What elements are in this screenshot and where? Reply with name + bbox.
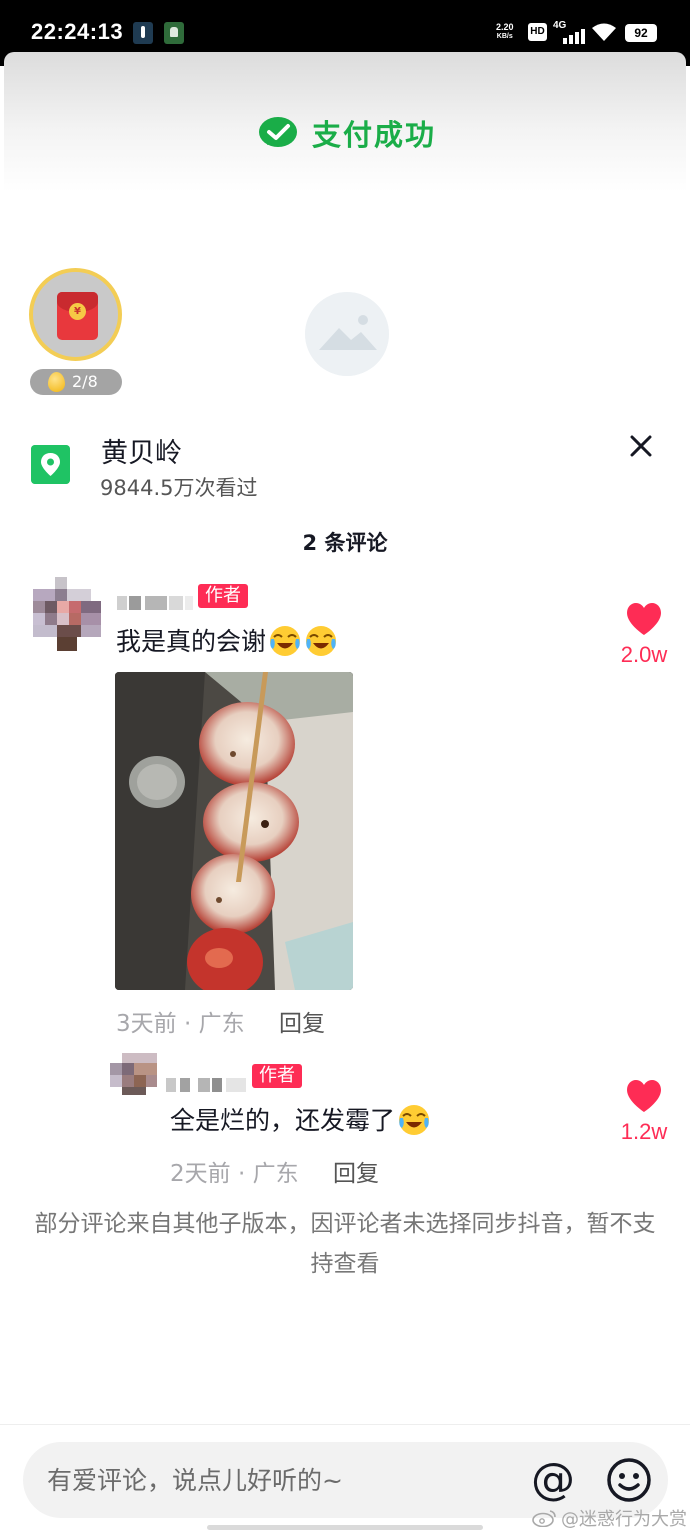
avatar[interactable]: [110, 1053, 157, 1095]
avatar[interactable]: [33, 577, 101, 651]
comment-text-content: 我是真的会谢: [116, 627, 267, 656]
home-indicator[interactable]: [207, 1525, 483, 1530]
battery-icon: 92: [625, 24, 657, 42]
comment-sheet: 黄贝岭 9844.5万次看过 2 条评论 作者 我是真的会谢 3天前 · 广东 …: [0, 408, 690, 1533]
reply-button[interactable]: 回复: [333, 1154, 379, 1188]
mention-at-button[interactable]: @: [528, 1456, 578, 1506]
emoji-picker-icon[interactable]: [605, 1456, 653, 1504]
network-speed-value: 2.20: [496, 22, 514, 32]
status-time: 22:24:13: [31, 19, 124, 44]
wechat-pay-check-icon: [259, 117, 297, 147]
comment-meta: 3天前 · 广东: [116, 1011, 245, 1037]
crying-laughing-emoji: [270, 626, 301, 656]
red-packet-button[interactable]: ¥: [29, 268, 122, 361]
location-view-count: 9844.5万次看过: [100, 476, 258, 500]
network-type-label: 4G: [553, 20, 567, 31]
crying-laughing-emoji: [306, 626, 337, 656]
weibo-watermark: @迷惑行为大赏: [531, 1505, 687, 1531]
watermark-text: @迷惑行为大赏: [561, 1509, 687, 1530]
egg-progress-badge: 2/8: [30, 369, 122, 395]
sync-notice: 部分评论来自其他子版本，因评论者未选择同步抖音，暂不支持查看: [34, 1211, 656, 1277]
notification-app-icon: [164, 22, 184, 44]
like-count: 1.2w: [620, 1119, 668, 1144]
egg-progress-text: 2/8: [72, 372, 98, 391]
like-button[interactable]: 2.0w: [614, 602, 674, 668]
author-tag: 作者: [252, 1064, 302, 1088]
divider: [0, 1424, 690, 1425]
red-envelope-icon: ¥: [57, 292, 98, 340]
comment-photo[interactable]: [115, 672, 353, 990]
heart-icon: [627, 603, 661, 635]
like-button[interactable]: 1.2w: [614, 1079, 674, 1145]
reply-button[interactable]: 回复: [279, 1004, 325, 1038]
location-pin-icon: [31, 445, 70, 484]
comment-text: 全是烂的，还发霉了: [170, 1101, 431, 1137]
comment-text: 我是真的会谢: [116, 622, 338, 658]
network-speed-unit: KB/s: [496, 33, 513, 40]
hd-icon: HD: [528, 23, 547, 41]
close-icon[interactable]: [625, 430, 657, 462]
username-blurred[interactable]: [117, 596, 195, 610]
weibo-logo-icon: [532, 1510, 556, 1527]
username-blurred[interactable]: [166, 1078, 248, 1092]
location-title[interactable]: 黄贝岭: [101, 431, 182, 470]
comment-count-title: 2 条评论: [302, 531, 388, 555]
comment-input[interactable]: [47, 1442, 517, 1518]
notification-app-icon: [133, 22, 153, 44]
heart-icon: [627, 1080, 661, 1112]
comment-text-content: 全是烂的，还发霉了: [170, 1106, 396, 1135]
like-count: 2.0w: [620, 642, 668, 667]
payment-success-banner: 支付成功: [258, 112, 436, 154]
author-tag: 作者: [198, 584, 248, 608]
golden-egg-icon: [48, 372, 65, 392]
crying-laughing-emoji: [399, 1105, 430, 1135]
payment-success-text: 支付成功: [312, 118, 437, 152]
comment-meta: 2天前 · 广东: [170, 1161, 299, 1187]
network-speed: 2.20 KB/s: [496, 22, 514, 42]
signal-icon: 4G: [553, 20, 585, 44]
image-placeholder-icon: [305, 292, 389, 376]
wifi-icon: [592, 23, 616, 41]
